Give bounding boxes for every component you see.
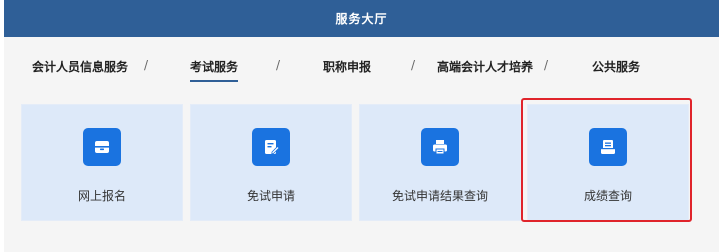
category-tabs: 会计人员信息服务 / 考试服务 / 职称申报 / 高端会计人才培养 / 公共服务 bbox=[4, 37, 719, 87]
card-exemption-result-query[interactable]: 免试申请结果查询 bbox=[359, 104, 521, 221]
tab-accountant-info-service[interactable]: 会计人员信息服务 bbox=[32, 58, 128, 78]
card-score-query[interactable]: 成绩查询 bbox=[527, 104, 689, 221]
tab-separator: / bbox=[144, 58, 149, 72]
card-label: 免试申请结果查询 bbox=[391, 189, 488, 203]
tab-exam-service[interactable]: 考试服务 bbox=[190, 58, 239, 82]
page-title: 服务大厅 bbox=[4, 0, 719, 37]
service-hall-panel: 服务大厅 会计人员信息服务 / 考试服务 / 职称申报 / 高端会计人才培养 /… bbox=[4, 0, 719, 252]
card-label: 网上报名 bbox=[77, 189, 126, 203]
tab-separator: / bbox=[544, 58, 549, 72]
service-cards: 网上报名 免试申请 免试申请结果查询 成绩查询 bbox=[4, 87, 719, 252]
tab-senior-accountant-training[interactable]: 高端会计人才培养 bbox=[437, 58, 533, 78]
tab-separator: / bbox=[276, 58, 281, 72]
card-exemption-application[interactable]: 免试申请 bbox=[190, 104, 352, 221]
edit-document-icon bbox=[252, 128, 290, 166]
inbox-icon bbox=[83, 128, 121, 166]
card-label: 成绩查询 bbox=[583, 189, 632, 203]
printer-icon bbox=[421, 128, 459, 166]
card-online-registration[interactable]: 网上报名 bbox=[21, 104, 183, 221]
card-label: 免试申请 bbox=[246, 189, 295, 203]
document-query-icon bbox=[589, 128, 627, 166]
tab-separator: / bbox=[411, 58, 416, 72]
tab-title-application[interactable]: 职称申报 bbox=[323, 58, 371, 78]
tab-public-service[interactable]: 公共服务 bbox=[592, 58, 640, 78]
